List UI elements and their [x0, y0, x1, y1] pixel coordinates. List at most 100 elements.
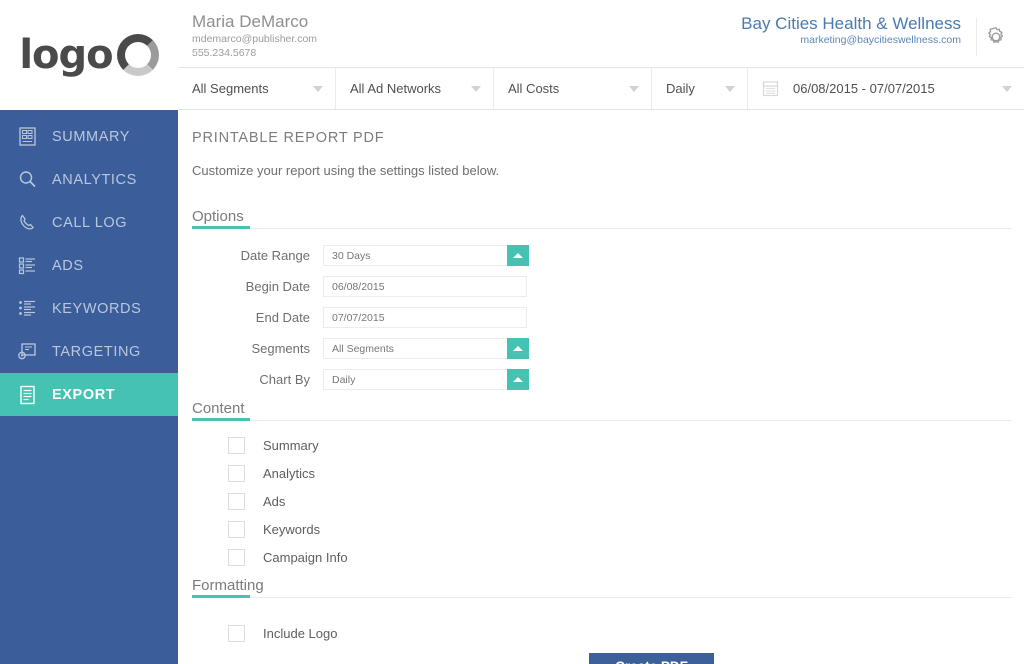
- sidebar-item-export[interactable]: EXPORT: [0, 373, 199, 416]
- ring-icon: [116, 34, 159, 76]
- sidebar-item-ads[interactable]: ADS: [0, 244, 178, 287]
- target-map-icon: [14, 341, 40, 363]
- phone-icon: [14, 212, 40, 234]
- chevron-down-icon: [471, 85, 481, 92]
- section-rule-accent: [192, 595, 250, 598]
- logo[interactable]: logo: [0, 0, 178, 110]
- user-info: Maria DeMarco mdemarco@publisher.com 555…: [192, 12, 317, 60]
- sidebar-item-label: SUMMARY: [52, 128, 131, 145]
- filter-bar: All Segments All Ad Networks All Costs D…: [178, 68, 1024, 110]
- user-name: Maria DeMarco: [192, 12, 309, 31]
- page-title: PRINTABLE REPORT PDF: [192, 130, 385, 146]
- chevron-down-icon: [1002, 85, 1012, 92]
- date-range-dropdown-button[interactable]: [507, 245, 529, 266]
- field-chart-by: Chart By: [192, 369, 1024, 390]
- calendar-icon: [762, 80, 779, 97]
- checkbox-analytics[interactable]: [228, 465, 245, 482]
- section-rule: [192, 420, 1012, 421]
- section-rule-accent: [192, 418, 250, 421]
- chevron-down-icon: [313, 85, 323, 92]
- checkbox-label: Include Logo: [263, 626, 338, 641]
- magnifier-icon: [14, 169, 40, 191]
- document-icon: [14, 384, 40, 406]
- checkbox-label: Analytics: [263, 466, 316, 481]
- section-rule-accent: [192, 226, 250, 229]
- sidebar-item-call-log[interactable]: CALL LOG: [0, 201, 178, 244]
- filter-costs[interactable]: All Costs: [494, 68, 652, 109]
- filter-date-range[interactable]: 06/08/2015 - 07/07/2015: [748, 68, 1024, 109]
- field-segments: Segments: [192, 338, 1024, 359]
- checkbox-campaign-info[interactable]: [228, 549, 245, 566]
- checkbox-row-include-logo[interactable]: Include Logo: [192, 625, 1024, 642]
- chart-by-select[interactable]: [323, 369, 529, 390]
- field-end-date: End Date: [192, 307, 1024, 328]
- sidebar: logo SUMMARY ANALYTICS CALL LOG ADS KEYW…: [0, 0, 199, 664]
- checkbox-keywords[interactable]: [228, 521, 245, 538]
- report-icon: [14, 126, 40, 148]
- sidebar-item-keywords[interactable]: KEYWORDS: [0, 287, 178, 330]
- section-rule: [192, 228, 1012, 229]
- action-row: Create PDF: [192, 653, 1024, 664]
- chevron-down-icon: [725, 85, 735, 92]
- filter-interval[interactable]: Daily: [652, 68, 748, 109]
- date-range-select[interactable]: [323, 245, 529, 266]
- checkbox-row-keywords[interactable]: Keywords: [192, 521, 1024, 538]
- segments-dropdown-button[interactable]: [507, 338, 529, 359]
- client-email: marketing@baycitieswellness.com: [800, 34, 961, 46]
- chart-by-dropdown-button[interactable]: [507, 369, 529, 390]
- filter-label: Daily: [666, 81, 695, 96]
- checkbox-row-campaign-info[interactable]: Campaign Info: [192, 549, 1024, 566]
- checkbox-label: Campaign Info: [263, 550, 348, 565]
- sidebar-item-summary[interactable]: SUMMARY: [0, 115, 178, 158]
- sidebar-item-label: ADS: [52, 257, 84, 274]
- segments-select[interactable]: [323, 338, 529, 359]
- gear-icon: [985, 26, 1007, 48]
- field-label: Chart By: [259, 372, 310, 387]
- page-description: Customize your report using the settings…: [192, 163, 500, 178]
- app-root: logo SUMMARY ANALYTICS CALL LOG ADS KEYW…: [0, 0, 1024, 664]
- checkbox-summary[interactable]: [228, 437, 245, 454]
- sidebar-item-label: CALL LOG: [52, 214, 128, 231]
- ads-list-icon: [14, 255, 40, 277]
- settings-button[interactable]: [976, 18, 1014, 56]
- sidebar-nav: SUMMARY ANALYTICS CALL LOG ADS KEYWORDS …: [0, 110, 199, 416]
- client-name: Bay Cities Health & Wellness: [741, 14, 961, 33]
- sidebar-item-label: ANALYTICS: [52, 171, 137, 188]
- sidebar-item-analytics[interactable]: ANALYTICS: [0, 158, 178, 201]
- section-header-options: Options: [192, 208, 1012, 229]
- checkbox-label: Ads: [263, 494, 286, 509]
- checkbox-label: Summary: [263, 438, 319, 453]
- checkbox-ads[interactable]: [228, 493, 245, 510]
- section-rule: [192, 597, 1012, 598]
- sidebar-item-label: EXPORT: [52, 386, 116, 403]
- checkbox-row-summary[interactable]: Summary: [192, 437, 1024, 454]
- filter-ad-networks[interactable]: All Ad Networks: [336, 68, 494, 109]
- field-begin-date: Begin Date: [192, 276, 1024, 297]
- sidebar-item-targeting[interactable]: TARGETING: [0, 330, 178, 373]
- filter-label: All Ad Networks: [350, 81, 442, 96]
- field-label: Date Range: [240, 248, 310, 263]
- begin-date-input[interactable]: [323, 276, 527, 297]
- checkbox-label: Keywords: [263, 522, 321, 537]
- checkbox-row-analytics[interactable]: Analytics: [192, 465, 1024, 482]
- checkbox-row-ads[interactable]: Ads: [192, 493, 1024, 510]
- section-header-formatting: Formatting: [192, 577, 1012, 598]
- field-label: End Date: [255, 310, 310, 325]
- logo-text: logo: [19, 32, 113, 78]
- client-info: Bay Cities Health & Wellness marketing@b…: [741, 14, 961, 46]
- sidebar-item-label: KEYWORDS: [52, 300, 142, 317]
- user-phone: 555.234.5678: [192, 47, 257, 60]
- checkbox-include-logo[interactable]: [228, 625, 245, 642]
- section-header-content: Content: [192, 400, 1012, 421]
- filter-label: 06/08/2015 - 07/07/2015: [793, 81, 935, 96]
- filter-segments[interactable]: All Segments: [178, 68, 336, 109]
- user-email: mdemarco@publisher.com: [192, 33, 318, 45]
- field-label: Segments: [251, 341, 310, 356]
- caret-up-icon: [513, 346, 523, 351]
- top-header: Maria DeMarco mdemarco@publisher.com 555…: [178, 0, 1024, 68]
- caret-up-icon: [513, 377, 523, 382]
- filter-label: All Costs: [508, 81, 560, 96]
- main-content: PRINTABLE REPORT PDF Customize your repo…: [178, 110, 1024, 664]
- end-date-input[interactable]: [323, 307, 527, 328]
- create-pdf-button[interactable]: Create PDF: [589, 653, 714, 664]
